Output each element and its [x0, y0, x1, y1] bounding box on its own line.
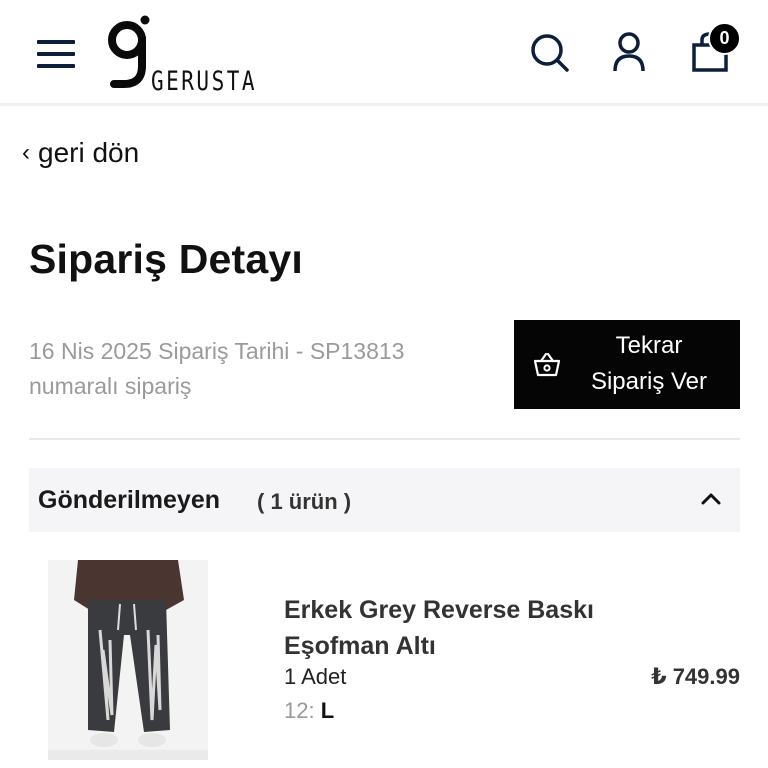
- site-header: GERUSTA 0: [0, 0, 768, 106]
- order-meta: 16 Nis 2025 Sipariş Tarihi - SP13813 num…: [29, 338, 405, 399]
- section-item-count: ( 1 ürün ): [257, 489, 352, 514]
- product-name[interactable]: Erkek Grey Reverse Baskı Eşofman Altı: [284, 592, 644, 664]
- section-title: Gönderilmeyen: [38, 486, 220, 514]
- page-title: Sipariş Detayı: [29, 236, 303, 282]
- chevron-up-icon[interactable]: [700, 488, 722, 510]
- brand-name: GERUSTA: [151, 66, 258, 96]
- cart-count-badge: 0: [708, 22, 741, 55]
- reorder-button[interactable]: Tekrar Sipariş Ver: [514, 320, 740, 409]
- back-label: geri dön: [38, 137, 140, 168]
- product-quantity: 1 Adet: [284, 664, 347, 689]
- size-label: 12:: [284, 698, 315, 723]
- product-image[interactable]: [48, 560, 208, 760]
- divider: [29, 438, 740, 440]
- reorder-label-line1: Tekrar: [615, 332, 683, 359]
- basket-icon: [533, 352, 561, 377]
- product-size: 12: L: [284, 698, 334, 724]
- search-icon[interactable]: [527, 30, 571, 74]
- reorder-label-line2: Sipariş Ver: [590, 368, 708, 395]
- product-price: ₺ 749.99: [651, 664, 740, 689]
- user-icon[interactable]: [607, 30, 651, 74]
- chevron-left-icon: ‹: [22, 139, 30, 166]
- menu-icon[interactable]: [37, 38, 75, 70]
- size-value: L: [320, 698, 335, 723]
- back-link[interactable]: ‹ geri dön: [22, 137, 139, 169]
- unsent-section-header[interactable]: Gönderilmeyen ( 1 ürün ): [29, 468, 740, 532]
